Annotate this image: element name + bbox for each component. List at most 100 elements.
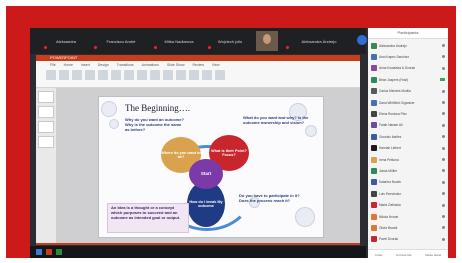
mic-icon[interactable] <box>442 146 445 150</box>
ribbon-tab[interactable]: Home <box>64 63 73 67</box>
participant-avatar <box>371 53 377 60</box>
paste-icon[interactable] <box>46 70 56 80</box>
slide-thumbnail[interactable] <box>38 106 54 118</box>
mic-icon[interactable] <box>442 101 445 104</box>
raise-hand-button[interactable]: Raise Hand <box>425 253 441 257</box>
ribbon-tab[interactable]: Review <box>193 63 204 67</box>
participant-row[interactable]: Farah Nasser Ali <box>371 121 445 130</box>
participant-row[interactable]: Luis Fernández <box>371 189 445 198</box>
participant-row[interactable]: Marta Zielinska <box>371 201 445 210</box>
participant-avatar <box>371 122 377 129</box>
taskbar <box>30 246 366 258</box>
bullets-icon[interactable] <box>150 70 160 80</box>
participant-name: Gonzalo Ibañez <box>379 134 402 139</box>
underline-icon[interactable] <box>124 70 134 80</box>
participant-row[interactable]: Ana Krapec Sanchez <box>371 52 445 61</box>
mic-icon[interactable] <box>442 203 445 207</box>
unmute-button[interactable]: Unmute Me <box>396 253 412 257</box>
styles-icon[interactable] <box>189 70 199 80</box>
mic-icon[interactable] <box>442 215 445 218</box>
find-icon[interactable] <box>215 70 225 80</box>
ribbon-tab[interactable]: Animations <box>142 63 159 67</box>
bubble-decoration <box>305 125 317 137</box>
center-circle: Start <box>189 159 223 189</box>
muted-mic-icon <box>208 46 211 49</box>
mic-icon[interactable] <box>442 180 445 184</box>
layout-icon[interactable] <box>72 70 82 80</box>
user-avatar[interactable] <box>357 35 367 45</box>
invite-button[interactable]: Invite <box>375 253 382 257</box>
photo-frame: Aleksandra Francisco André Mitka Nadiaro… <box>0 0 462 263</box>
align-icon[interactable] <box>137 70 147 80</box>
arrange-icon[interactable] <box>176 70 186 80</box>
bubble-decoration <box>101 101 117 117</box>
ribbon-tab[interactable]: Transitions <box>117 63 134 67</box>
mic-icon[interactable] <box>442 226 445 230</box>
slide-thumbnail[interactable] <box>38 136 54 148</box>
participant-row[interactable]: Olivia Brandt <box>371 223 445 232</box>
font-icon[interactable] <box>85 70 95 80</box>
app-icon[interactable] <box>56 249 62 255</box>
video-tile[interactable] <box>256 31 278 51</box>
mic-icon[interactable] <box>442 123 445 127</box>
participant-avatar <box>371 99 377 106</box>
shapes-icon[interactable] <box>163 70 173 80</box>
participant-name: Dana Whitfield Organizer <box>379 100 415 105</box>
mic-icon[interactable] <box>442 55 445 59</box>
participant-tile[interactable]: Aleksandra <box>42 31 90 51</box>
powerpoint-icon[interactable] <box>46 249 52 255</box>
participant-row[interactable]: Gonzalo Ibañez <box>371 132 445 141</box>
video-on-icon[interactable] <box>440 78 445 82</box>
mic-icon[interactable] <box>442 135 445 139</box>
participant-row[interactable]: Dana Whitfield Organizer <box>371 98 445 107</box>
italic-icon[interactable] <box>111 70 121 80</box>
participant-row[interactable]: Pavel Dvorak <box>371 235 445 244</box>
mic-icon[interactable] <box>442 44 445 47</box>
ribbon-tab[interactable]: Design <box>98 63 109 67</box>
participant-tile[interactable]: Aleksandra Ándrejo <box>284 31 354 51</box>
participant-row[interactable]: Hannah Liebert <box>371 144 445 153</box>
start-icon[interactable] <box>36 249 42 255</box>
slide-title: The Beginning…. <box>125 103 190 113</box>
bold-icon[interactable] <box>98 70 108 80</box>
mic-icon[interactable] <box>442 237 445 241</box>
mic-icon[interactable] <box>442 66 445 70</box>
mic-icon[interactable] <box>442 169 445 173</box>
ribbon-tab[interactable]: View <box>212 63 220 67</box>
participant-row[interactable]: Elena Rostova Piec <box>371 109 445 118</box>
new-slide-icon[interactable] <box>59 70 69 80</box>
ribbon-tab[interactable]: Slide Show <box>167 63 185 67</box>
participant-avatar <box>371 202 377 209</box>
slide-thumbnail[interactable] <box>38 91 54 103</box>
mic-icon[interactable] <box>442 112 445 116</box>
question-top-left: Why do you want an outcome? Why is the o… <box>125 117 184 132</box>
participant-avatar <box>371 76 377 83</box>
participant-row[interactable]: Carlos Mendes Morilla <box>371 87 445 96</box>
participant-avatar <box>371 133 377 140</box>
participant-row[interactable]: Nikola Horvat <box>371 212 445 221</box>
participant-row[interactable]: Irena Petkova <box>371 155 445 164</box>
fill-icon[interactable] <box>202 70 212 80</box>
question-bottom-right: Do you have to participate in it? Does t… <box>239 193 300 203</box>
mic-icon[interactable] <box>442 89 445 93</box>
current-slide[interactable]: The Beginning…. Why do you want an outco… <box>98 96 324 238</box>
mic-icon[interactable] <box>442 158 445 161</box>
participant-strip: Aleksandra Francisco André Mitka Nadiaro… <box>30 28 367 54</box>
participant-tile[interactable]: Francisco André <box>92 31 150 51</box>
slide-thumbnail[interactable] <box>38 121 54 133</box>
mic-icon[interactable] <box>442 192 445 196</box>
participant-row[interactable]: Anna Kowalska & Dvorak <box>371 64 445 73</box>
muted-mic-icon <box>44 46 47 49</box>
participant-row[interactable]: Jonas Müller <box>371 166 445 175</box>
muted-mic-icon <box>154 46 157 49</box>
participant-tile[interactable]: Mitka Nadiarova <box>152 31 206 51</box>
participant-name: Ana Krapec Sanchez <box>379 54 409 59</box>
participant-row[interactable]: Brian Jaspers (Host) <box>371 75 445 84</box>
participant-row[interactable]: Katarina Novak <box>371 178 445 187</box>
ribbon-tab[interactable]: File <box>50 63 56 67</box>
participant-name: Jonas Müller <box>379 168 398 173</box>
ribbon-tab[interactable]: Insert <box>81 63 90 67</box>
participant-row[interactable]: Aleksandra Ándrejo <box>371 41 445 50</box>
participant-tile[interactable]: Wojciech jolls <box>206 31 254 51</box>
person-video <box>263 34 271 44</box>
